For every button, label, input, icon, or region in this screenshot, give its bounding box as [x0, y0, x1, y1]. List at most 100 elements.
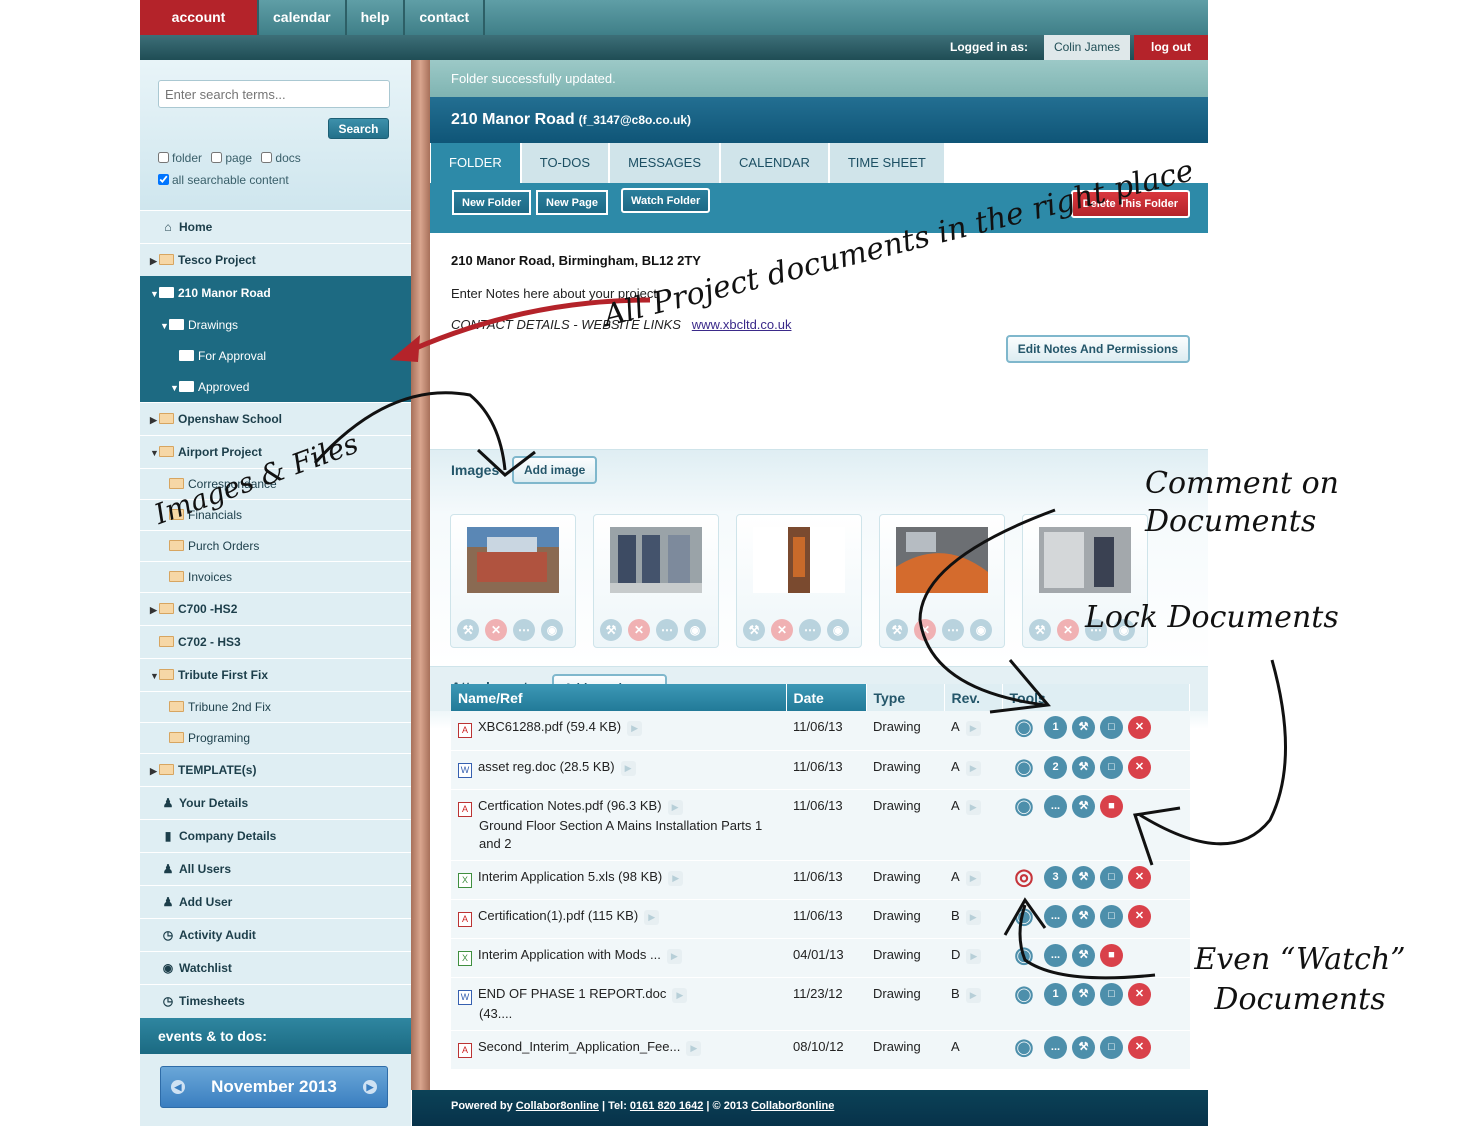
delete-icon[interactable]: ✕	[1128, 865, 1151, 889]
watch-eye-icon[interactable]: ◉	[1009, 794, 1039, 818]
play-icon[interactable]: ▶	[965, 799, 981, 815]
wrench-icon[interactable]: ⚒	[1072, 716, 1095, 739]
sidebar-item-openshaw[interactable]: ▶ Openshaw School	[140, 402, 411, 435]
wrench-icon[interactable]: ⚒	[1072, 755, 1095, 779]
comment-icon[interactable]: ⋯	[942, 619, 964, 641]
comment-count-icon[interactable]: 1	[1044, 982, 1067, 1006]
tab-help[interactable]: help	[347, 0, 406, 35]
delete-icon[interactable]: ✕	[771, 619, 793, 641]
table-row[interactable]: Wasset reg.doc (28.5 KB) ▶ 11/06/13 Drawing…	[451, 750, 1190, 790]
delete-icon[interactable]: ✕	[628, 619, 650, 641]
tab-contact[interactable]: contact	[405, 0, 486, 35]
wrench-icon[interactable]: ⚒	[1072, 943, 1095, 967]
table-row[interactable]: A Certfication Notes.pdf (96.3 KB) ▶ Ground…	[451, 789, 1190, 861]
watch-folder-button[interactable]: Watch Folder	[621, 188, 711, 213]
play-icon[interactable]: ▶	[965, 870, 981, 886]
watch-eye-icon[interactable]: ◉	[1009, 943, 1039, 967]
play-icon[interactable]: ▶	[620, 760, 636, 776]
delete-icon[interactable]: ✕	[1128, 904, 1151, 928]
lock-open-icon[interactable]: □	[1100, 865, 1123, 889]
delete-icon[interactable]: ✕	[1128, 716, 1151, 739]
wrench-icon[interactable]: ⚒	[1072, 1035, 1095, 1059]
sidebar-item-home[interactable]: ⌂ Home	[140, 210, 411, 243]
watch-eye-icon[interactable]: ◉	[1009, 1035, 1039, 1059]
image-thumb[interactable]: ⚒ ✕ ⋯ ◉	[879, 514, 1005, 648]
image-thumb[interactable]: ⚒ ✕ ⋯ ◉	[593, 514, 719, 648]
search-input[interactable]	[158, 80, 390, 108]
wrench-icon[interactable]: ⚒	[1072, 982, 1095, 1006]
lock-open-icon[interactable]: □	[1100, 1035, 1123, 1059]
lock-open-icon[interactable]: □	[1100, 982, 1123, 1006]
eye-icon[interactable]: ◉	[827, 619, 849, 641]
lock-closed-icon[interactable]: ■	[1100, 794, 1123, 818]
tab-folder[interactable]: FOLDER	[431, 143, 522, 183]
image-thumb[interactable]: ⚒ ✕ ⋯ ◉	[736, 514, 862, 648]
delete-icon[interactable]: ✕	[1128, 982, 1151, 1006]
file-name-link[interactable]: XBC61288.pdf (59.4 KB)	[478, 719, 621, 734]
delete-icon[interactable]: ✕	[1128, 1035, 1151, 1059]
sidebar-item-approved[interactable]: ▼ Approved	[140, 371, 411, 402]
file-name-link[interactable]: Interim Application with Mods ...	[478, 947, 661, 962]
file-name-link[interactable]: Certfication Notes.pdf (96.3 KB)	[478, 798, 662, 813]
sidebar-item-for-approval[interactable]: For Approval	[140, 340, 411, 371]
tab-calendar[interactable]: calendar	[259, 0, 347, 35]
watch-eye-icon[interactable]: ◉	[1009, 755, 1039, 779]
play-icon[interactable]: ▶	[644, 909, 660, 925]
file-name-link[interactable]: Second_Interim_Application_Fee...	[478, 1039, 680, 1054]
watch-eye-icon[interactable]: ◉	[1009, 716, 1039, 739]
table-row[interactable]: W END OF PHASE 1 REPORT.doc ▶ (43.... 11/23/…	[451, 977, 1190, 1031]
play-icon[interactable]: ▶	[627, 721, 643, 736]
lock-closed-icon[interactable]: ■	[1100, 943, 1123, 967]
comment-icon[interactable]: ⋯	[513, 619, 535, 641]
filter-page[interactable]: page	[211, 151, 252, 165]
play-icon[interactable]: ▶	[686, 1040, 702, 1056]
image-thumb[interactable]: ⚒ ✕ ⋯ ◉	[450, 514, 576, 648]
wrench-icon[interactable]: ⚒	[600, 619, 622, 641]
sidebar-item-your-details[interactable]: ♟ Your Details	[140, 786, 411, 819]
tab-messages[interactable]: MESSAGES	[610, 143, 722, 183]
user-name[interactable]: Colin James	[1043, 35, 1130, 60]
file-name-link[interactable]: Interim Application 5.xls (98 KB)	[478, 869, 662, 884]
wrench-icon[interactable]: ⚒	[1072, 794, 1095, 818]
add-image-button[interactable]: Add image	[512, 456, 598, 484]
sidebar-item-tribute[interactable]: ▼ Tribute First Fix	[140, 658, 411, 691]
eye-icon[interactable]: ◉	[970, 619, 992, 641]
play-icon[interactable]: ▶	[965, 760, 981, 776]
tab-calendar-main[interactable]: CALENDAR	[721, 143, 830, 183]
sidebar-item-tesco[interactable]: ▶ Tesco Project	[140, 243, 411, 276]
sidebar-item-purch-orders[interactable]: Purch Orders	[140, 530, 411, 561]
sidebar-item-programing[interactable]: Programing	[140, 722, 411, 753]
delete-icon[interactable]: ✕	[1128, 755, 1151, 779]
sidebar-item-watchlist[interactable]: ◉ Watchlist	[140, 951, 411, 984]
footer-phone[interactable]: 0161 820 1642	[630, 1100, 703, 1112]
play-icon[interactable]: ▶	[667, 799, 683, 815]
filter-docs-checkbox[interactable]	[261, 152, 273, 163]
play-icon[interactable]: ▶	[666, 948, 682, 964]
filter-docs[interactable]: docs	[261, 151, 301, 165]
watch-eye-icon[interactable]: ◉	[1009, 982, 1039, 1006]
play-icon[interactable]: ▶	[965, 721, 981, 736]
play-icon[interactable]: ▶	[672, 987, 688, 1003]
sidebar-item-c700[interactable]: ▶ C700 -HS2	[140, 592, 411, 625]
comment-count-icon[interactable]: 3	[1044, 865, 1067, 889]
delete-icon[interactable]: ✕	[485, 619, 507, 641]
sidebar-item-all-users[interactable]: ♟ All Users	[140, 852, 411, 885]
table-row[interactable]: X Interim Application with Mods ... ▶ 04/01…	[451, 938, 1190, 978]
table-row[interactable]: A Second_Interim_Application_Fee... ▶ 08/10…	[451, 1030, 1190, 1070]
sidebar-item-c702[interactable]: C702 - HS3	[140, 625, 411, 658]
footer-brand-link[interactable]: Collabor8online	[516, 1100, 599, 1112]
sidebar-item-invoices[interactable]: Invoices	[140, 561, 411, 592]
prev-month-icon[interactable]: ◀	[171, 1080, 185, 1094]
sidebar-item-activity-audit[interactable]: ◷ Activity Audit	[140, 918, 411, 951]
play-icon[interactable]: ▶	[965, 909, 981, 925]
play-icon[interactable]: ▶	[966, 948, 982, 964]
logout-button[interactable]: log out	[1134, 35, 1208, 60]
table-row[interactable]: A Certification(1).pdf (115 KB) ▶ 11/06/13 D…	[451, 899, 1190, 939]
eye-icon[interactable]: ◉	[684, 619, 706, 641]
filter-all-checkbox[interactable]	[158, 174, 169, 185]
filter-folder[interactable]: folder	[158, 151, 202, 165]
comment-count-icon[interactable]: ...	[1044, 1035, 1067, 1059]
footer-brand-link-2[interactable]: Collabor8online	[751, 1100, 834, 1112]
comment-icon[interactable]: ⋯	[656, 619, 678, 641]
file-name-link[interactable]: Certification(1).pdf (115 KB)	[478, 908, 638, 923]
